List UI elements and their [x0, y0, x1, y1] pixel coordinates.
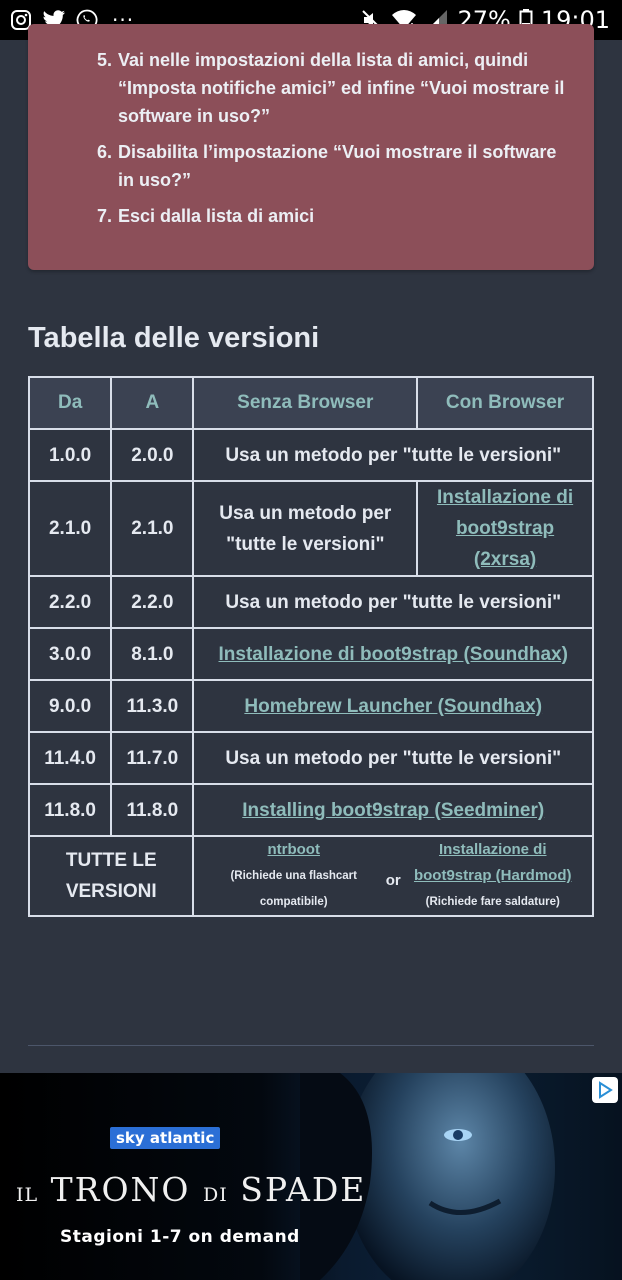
- header-to: A: [110, 376, 195, 430]
- cell-all-versions: TUTTE LE VERSIONI: [27, 835, 195, 917]
- cell-from: 3.0.0: [27, 627, 113, 681]
- instruction-item: 5. Vai nelle impostazioni della lista di …: [97, 50, 565, 126]
- instruction-list: 5. Vai nelle impostazioni della lista di …: [97, 46, 570, 230]
- header-from: Da: [27, 376, 113, 430]
- cell-from: 11.8.0: [27, 783, 113, 837]
- section-divider: [28, 1045, 594, 1046]
- link-homebrew-launcher-soundhax[interactable]: Homebrew Launcher (Soundhax): [244, 696, 542, 717]
- cell-to: 8.1.0: [110, 627, 195, 681]
- header-with-browser: Con Browser: [416, 376, 594, 430]
- cell-to: 2.1.0: [110, 480, 195, 577]
- header-without-browser: Senza Browser: [192, 376, 419, 430]
- link-boot9strap-seedminer[interactable]: Installing boot9strap (Seedminer): [242, 800, 544, 821]
- cell-method-no-browser: Usa un metodo per "tutte le versioni": [192, 480, 419, 577]
- instruction-item: 6. Disabilita l’impostazione “Vuoi mostra…: [97, 142, 557, 190]
- versions-table: Da A Senza Browser Con Browser 1.0.0 2.0…: [27, 376, 594, 917]
- cell-to: 2.0.0: [110, 428, 195, 482]
- table-row-all-versions: TUTTE LE VERSIONI ntrboot (Richiede una …: [27, 835, 594, 917]
- table-row: 2.1.0 2.1.0 Usa un metodo per "tutte le …: [27, 480, 594, 577]
- table-row: 11.4.0 11.7.0 Usa un metodo per "tutte l…: [27, 731, 594, 785]
- cell-to: 11.3.0: [110, 679, 195, 733]
- cell-from: 11.4.0: [27, 731, 113, 785]
- adchoices-icon[interactable]: [592, 1077, 618, 1103]
- cell-to: 2.2.0: [110, 575, 195, 629]
- ntrboot-note: (Richiede una flashcart compatibile): [230, 870, 357, 908]
- cell-method: Homebrew Launcher (Soundhax): [192, 679, 594, 733]
- cell-to: 11.8.0: [110, 783, 195, 837]
- cell-from: 2.1.0: [27, 480, 113, 577]
- table-row: 11.8.0 11.8.0 Installing boot9strap (See…: [27, 783, 594, 837]
- cell-method: Installing boot9strap (Seedminer): [192, 783, 594, 837]
- cell-method: Usa un metodo per "tutte le versioni": [192, 428, 594, 482]
- hardmod-note: (Richiede fare saldature): [425, 896, 560, 908]
- or-label: or: [385, 871, 401, 889]
- cell-method: Usa un metodo per "tutte le versioni": [192, 731, 594, 785]
- table-row: 2.2.0 2.2.0 Usa un metodo per "tutte le …: [27, 575, 594, 629]
- cell-method: Installazione di boot9strap (Soundhax): [192, 627, 594, 681]
- table-row: 9.0.0 11.3.0 Homebrew Launcher (Soundhax…: [27, 679, 594, 733]
- instruction-item: 7. Esci dalla lista di amici: [97, 206, 315, 226]
- cell-method-browser: Installazione di boot9strap (2xrsa): [416, 480, 594, 577]
- table-row: 3.0.0 8.1.0 Installazione di boot9strap …: [27, 627, 594, 681]
- section-title: Tabella delle versioni: [28, 322, 320, 354]
- cell-from: 9.0.0: [27, 679, 113, 733]
- ad-subtitle: Stagioni 1-7 on demand: [60, 1227, 300, 1247]
- link-boot9strap-hardmod[interactable]: Installazione di boot9strap (Hardmod): [405, 837, 581, 889]
- ad-title: IL TRONO DI SPADE: [16, 1170, 367, 1209]
- link-boot9strap-2xrsa[interactable]: Installazione di boot9strap (2xrsa): [437, 487, 573, 570]
- link-ntrboot[interactable]: ntrboot: [267, 837, 319, 863]
- ntrboot-option: ntrboot (Richiede una flashcart compatib…: [206, 837, 382, 915]
- table-header-row: Da A Senza Browser Con Browser: [27, 376, 594, 430]
- table-row: 1.0.0 2.0.0 Usa un metodo per "tutte le …: [27, 428, 594, 482]
- cell-to: 11.7.0: [110, 731, 195, 785]
- cell-all-versions-methods: ntrboot (Richiede una flashcart compatib…: [192, 835, 594, 917]
- hardmod-option: Installazione di boot9strap (Hardmod) (R…: [405, 837, 581, 915]
- sky-atlantic-logo: sky atlantic: [110, 1127, 221, 1149]
- cell-method: Usa un metodo per "tutte le versioni": [192, 575, 594, 629]
- cell-from: 2.2.0: [27, 575, 113, 629]
- link-boot9strap-soundhax[interactable]: Installazione di boot9strap (Soundhax): [219, 644, 568, 665]
- notice-box: 5. Vai nelle impostazioni della lista di …: [28, 24, 594, 270]
- cell-from: 1.0.0: [27, 428, 113, 482]
